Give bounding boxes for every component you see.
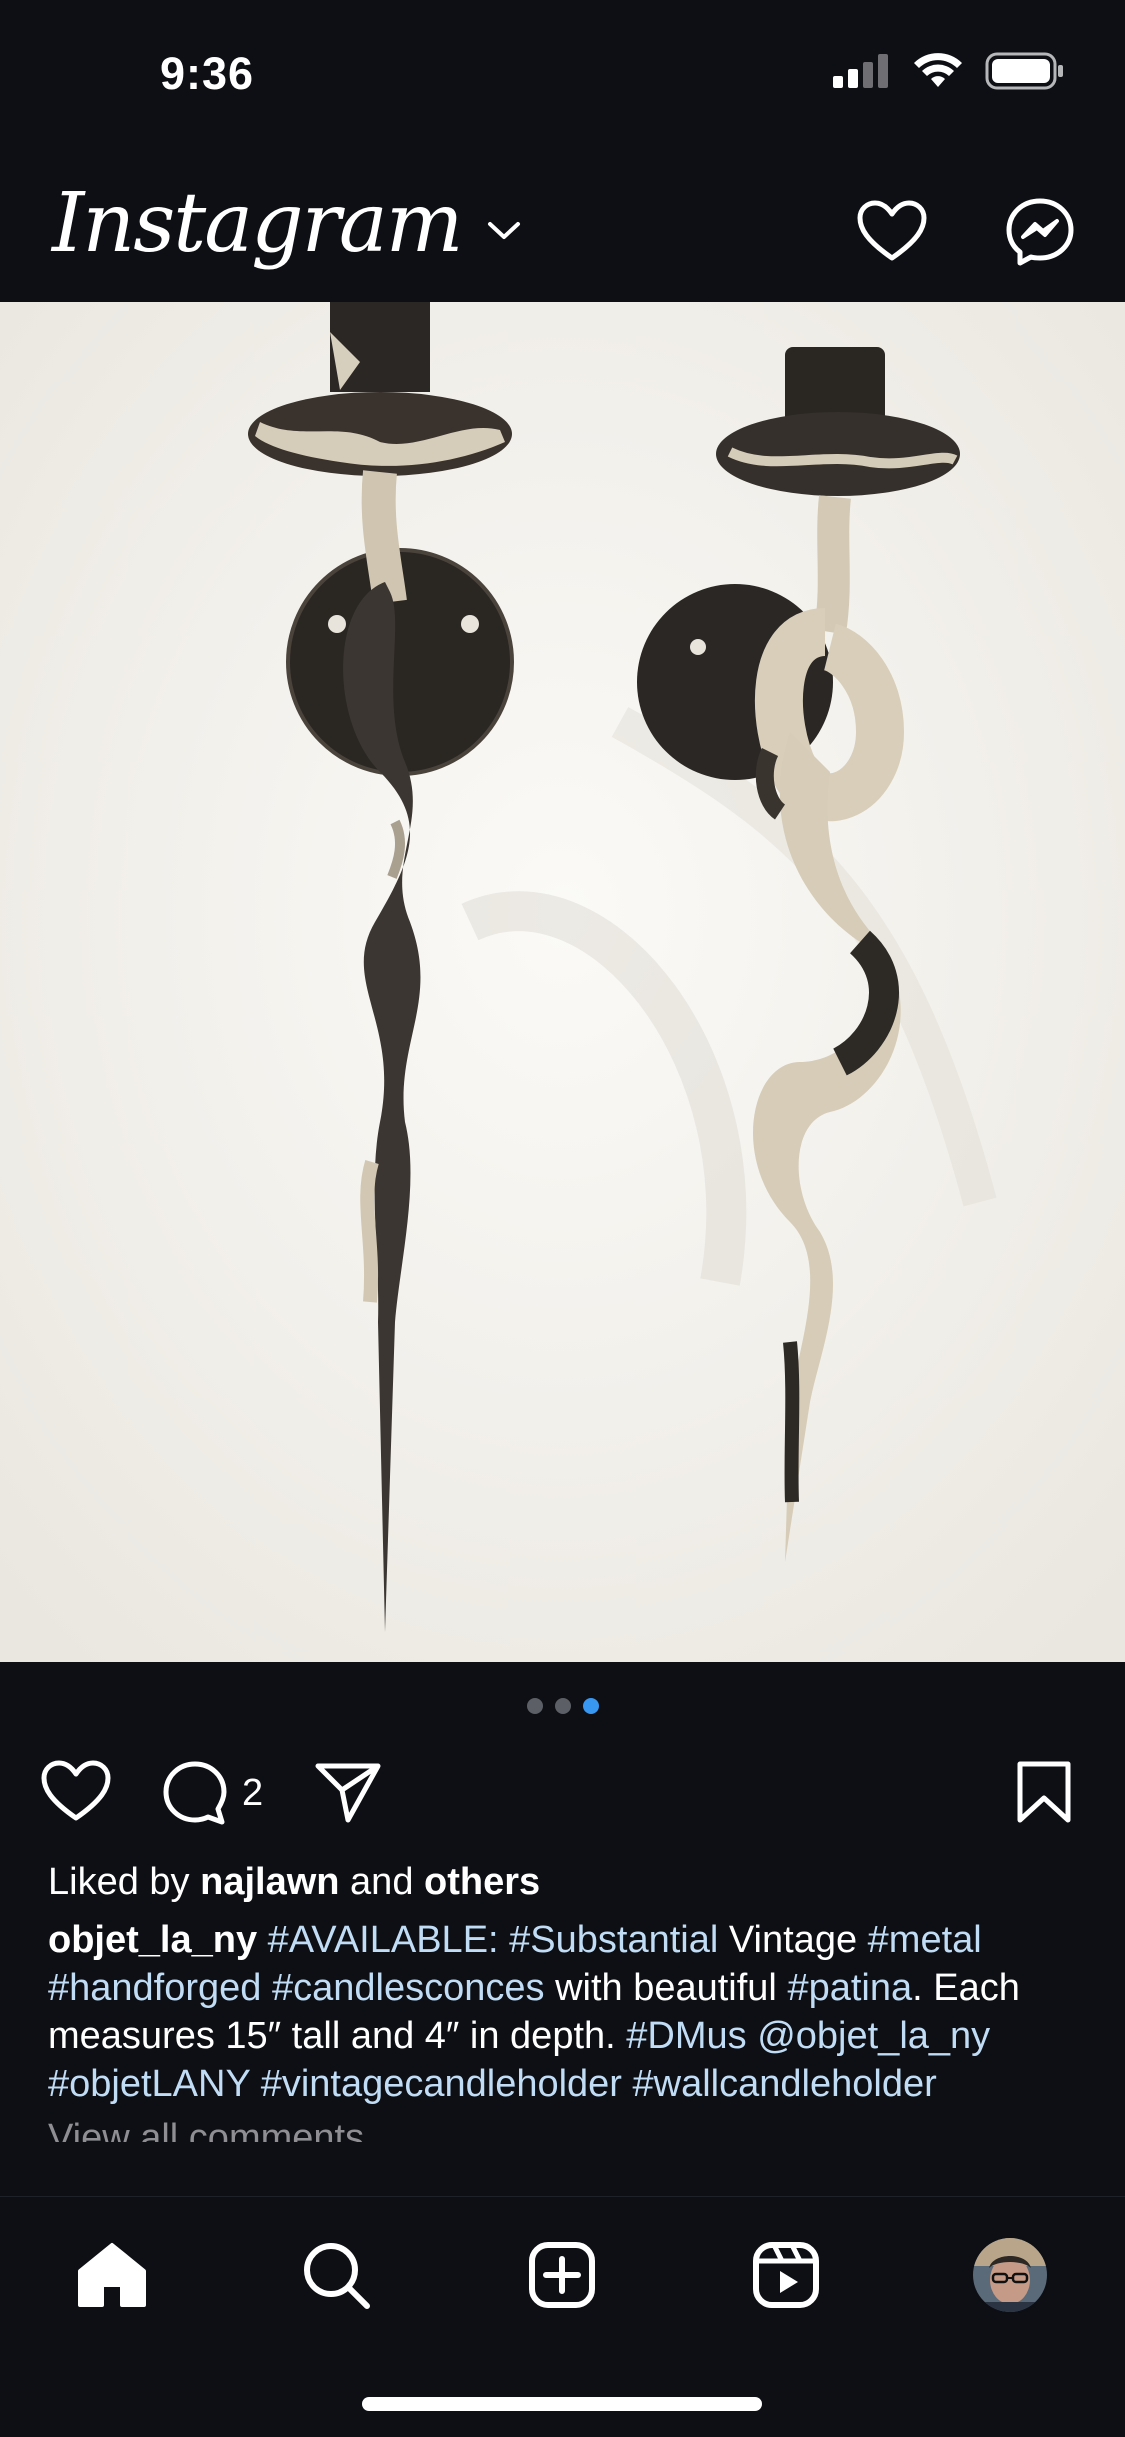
nav-home[interactable] — [72, 2235, 152, 2315]
hashtag-link[interactable]: #objetLANY — [48, 2063, 250, 2105]
share-icon — [315, 1763, 381, 1823]
hashtag-link[interactable]: #AVAILABLE — [268, 1919, 488, 1961]
carousel-indicator — [0, 1698, 1125, 1714]
like-icon — [41, 1760, 111, 1821]
nav-reels[interactable] — [746, 2235, 826, 2315]
hashtag-link[interactable]: #candlesconces — [272, 1967, 545, 2009]
messenger-icon — [1006, 198, 1074, 266]
view-all-comments-link[interactable]: View all comments — [48, 2114, 1088, 2142]
carousel-dot — [554, 1698, 571, 1714]
nav-search[interactable] — [296, 2235, 376, 2315]
status-icons — [833, 52, 1065, 90]
caption-area: Liked by najlawn and others objet_la_ny … — [48, 1858, 1088, 2142]
battery-icon — [985, 52, 1063, 90]
home-icon — [78, 2243, 146, 2307]
carousel-dot — [526, 1698, 543, 1714]
notifications-button[interactable] — [856, 196, 928, 268]
cellular-signal-icon — [833, 54, 888, 88]
mention-link[interactable]: @objet_la_ny — [757, 2015, 990, 2057]
bookmark-icon — [1017, 1761, 1071, 1823]
comment-count: 2 — [242, 1771, 264, 1814]
carousel-dot-active — [582, 1698, 599, 1714]
heart-icon — [857, 200, 927, 261]
wifi-icon — [914, 53, 962, 87]
like-button[interactable] — [40, 1760, 112, 1824]
comment-button[interactable]: 2 — [162, 1760, 263, 1826]
search-icon — [304, 2243, 370, 2309]
post-image[interactable] — [0, 302, 1125, 1662]
nav-new-post[interactable] — [522, 2235, 602, 2315]
hashtag-link[interactable]: #patina — [787, 1967, 912, 2009]
post-actions: 2 — [0, 1752, 1125, 1832]
caption-username[interactable]: objet_la_ny — [48, 1919, 257, 1961]
profile-avatar — [971, 2236, 1049, 2314]
reels-icon — [753, 2242, 819, 2308]
save-button[interactable] — [1016, 1760, 1072, 1824]
messenger-button[interactable] — [1004, 196, 1076, 268]
hashtag-link[interactable]: #Substantial — [509, 1919, 718, 1961]
share-button[interactable] — [314, 1760, 382, 1824]
caption-text: objet_la_ny #AVAILABLE: #Substantial Vin… — [48, 1919, 1020, 2105]
status-time: 9:36 — [160, 48, 255, 99]
chevron-down-icon — [488, 221, 521, 239]
home-indicator — [362, 2397, 762, 2411]
likes-summary[interactable]: Liked by najlawn and others — [48, 1858, 1088, 1906]
liked-user-link[interactable]: najlawn — [200, 1861, 339, 1903]
status-bar: 9:36 — [0, 0, 1125, 150]
app-header: Instagram — [0, 150, 1125, 302]
hashtag-link[interactable]: #metal — [868, 1919, 982, 1961]
candle-sconces-photo — [0, 302, 1125, 1662]
instagram-logo: Instagram — [52, 176, 463, 271]
comment-icon — [163, 1761, 227, 1825]
hashtag-link[interactable]: #DMus — [626, 2015, 746, 2057]
hashtag-link[interactable]: #vintagecandleholder — [261, 2063, 622, 2105]
hashtag-link[interactable]: #wallcandleholder — [633, 2063, 937, 2105]
nav-profile[interactable] — [970, 2235, 1050, 2315]
liked-others-link[interactable]: others — [424, 1861, 540, 1903]
hashtag-link[interactable]: #handforged — [48, 1967, 261, 2009]
new-post-icon — [529, 2242, 595, 2308]
brand-switcher[interactable]: Instagram — [52, 176, 521, 271]
